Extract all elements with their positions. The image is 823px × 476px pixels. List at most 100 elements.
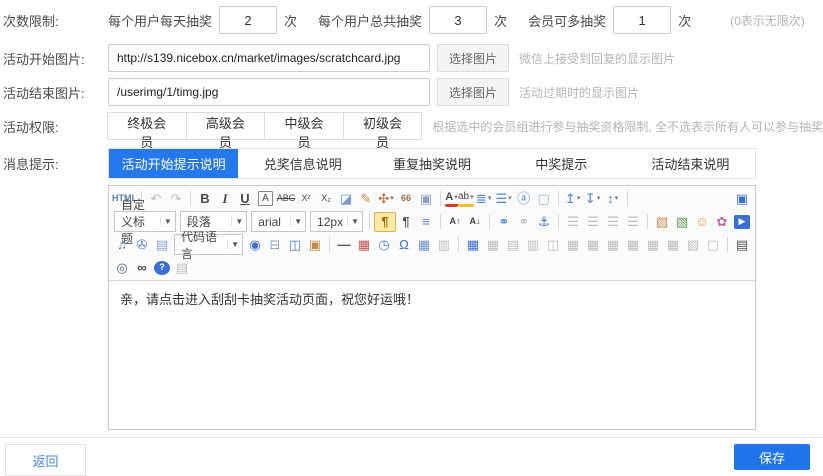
save-button[interactable]: 保存 bbox=[734, 444, 810, 470]
link-icon[interactable]: ⚭ bbox=[494, 213, 514, 231]
entry-rtl-icon[interactable]: ¶ bbox=[396, 213, 416, 231]
remove-format-icon[interactable]: ◪ bbox=[336, 190, 356, 208]
merge-right-icon[interactable]: ▦ bbox=[563, 236, 583, 254]
start-image-pick-button[interactable]: 选择图片 bbox=[437, 44, 509, 72]
para-space-bottom-icon[interactable]: ↧▾ bbox=[583, 190, 603, 208]
custom-title-select[interactable]: 自定义标题▼ bbox=[114, 211, 176, 232]
limit-count-input[interactable] bbox=[429, 6, 487, 34]
message-tab[interactable]: 活动开始提示说明 bbox=[109, 149, 238, 178]
emotion-icon[interactable]: ☺ bbox=[692, 213, 712, 231]
split-cols-icon[interactable]: ▦ bbox=[663, 236, 683, 254]
limit-count-input[interactable] bbox=[219, 6, 277, 34]
special-char-icon[interactable]: Ω bbox=[394, 236, 414, 254]
undo-icon[interactable]: ↶ bbox=[146, 190, 166, 208]
scrawl-icon[interactable]: ✿ bbox=[712, 213, 732, 231]
font-color-icon[interactable]: A▾ bbox=[445, 191, 458, 207]
align-left-icon[interactable]: ☰ bbox=[563, 213, 583, 231]
fullscreen-icon[interactable]: ▣ bbox=[732, 190, 752, 208]
delete-table-icon[interactable]: ▦ bbox=[483, 236, 503, 254]
unlink-icon[interactable]: ⚭ bbox=[514, 213, 534, 231]
merge-down-icon[interactable]: ▦ bbox=[583, 236, 603, 254]
member-level-button[interactable]: 初级会员 bbox=[343, 112, 423, 140]
upload-image-icon[interactable]: ▧ bbox=[672, 213, 692, 231]
end-image-pick-button[interactable]: 选择图片 bbox=[437, 78, 509, 106]
insert-video-icon[interactable]: ▶ bbox=[734, 215, 750, 229]
member-level-button[interactable]: 高级会员 bbox=[186, 112, 266, 140]
paste-icon[interactable]: ▤ bbox=[172, 259, 192, 277]
insert-code-icon[interactable]: ◉ bbox=[245, 236, 265, 254]
split-cells-icon[interactable]: ▦ bbox=[623, 236, 643, 254]
blank-doc-icon[interactable]: ▢ bbox=[534, 190, 554, 208]
editor-content[interactable]: 亲，请点击进入刮刮卡抽奖活动页面，祝您好运哦！ bbox=[109, 281, 755, 429]
split-rows-icon[interactable]: ▦ bbox=[643, 236, 663, 254]
message-tab[interactable]: 重复抽奖说明 bbox=[367, 149, 496, 178]
italic-icon[interactable]: I bbox=[215, 190, 235, 208]
limit-count-input[interactable] bbox=[613, 6, 671, 34]
superscript-icon[interactable]: X² bbox=[296, 190, 316, 208]
para-space-top-icon[interactable]: ↥▾ bbox=[563, 190, 583, 208]
redo-icon[interactable]: ↷ bbox=[166, 190, 186, 208]
unordered-list-icon[interactable]: ☰▾ bbox=[494, 190, 514, 208]
insert-table-icon[interactable]: ▦ bbox=[463, 236, 483, 254]
new-doc-icon[interactable]: ▢ bbox=[703, 236, 723, 254]
subscript-icon[interactable]: X₂ bbox=[316, 190, 336, 208]
blockquote-icon[interactable]: 66 bbox=[396, 190, 416, 208]
insert-row-icon[interactable]: ▥ bbox=[523, 236, 543, 254]
member-level-button[interactable]: 终极会员 bbox=[107, 112, 187, 140]
font-size-select[interactable]: 12px▼ bbox=[310, 211, 363, 232]
end-image-input[interactable] bbox=[108, 78, 430, 106]
limit-field-suffix: 次 bbox=[678, 11, 691, 30]
start-image-hint: 微信上接受到回复的显示图片 bbox=[519, 50, 675, 67]
message-tab[interactable]: 活动结束说明 bbox=[626, 149, 755, 178]
snapshot-icon[interactable]: ▣ bbox=[305, 236, 325, 254]
preview-icon[interactable]: ◎ bbox=[112, 259, 132, 277]
insert-frame-icon[interactable]: ◫ bbox=[285, 236, 305, 254]
merge-cells-icon[interactable]: ▦ bbox=[603, 236, 623, 254]
attachment-icon[interactable]: ✇ bbox=[132, 236, 152, 254]
insert-music-icon[interactable]: ♫ bbox=[112, 236, 132, 254]
border-text-icon[interactable]: A bbox=[258, 191, 273, 206]
entry-ltr-icon[interactable]: ¶ bbox=[374, 212, 396, 232]
underline-icon[interactable]: U bbox=[235, 190, 255, 208]
to-uppercase-icon[interactable]: A↑ bbox=[445, 213, 465, 231]
message-tab[interactable]: 兑奖信息说明 bbox=[238, 149, 367, 178]
insert-col-icon[interactable]: ◫ bbox=[543, 236, 563, 254]
toolbar-separator bbox=[558, 191, 559, 206]
align-center-icon[interactable]: ☰ bbox=[583, 213, 603, 231]
insert-date-icon[interactable]: ▦ bbox=[354, 236, 374, 254]
align-justify-icon[interactable]: ☰ bbox=[623, 213, 643, 231]
insert-time-icon[interactable]: ◷ bbox=[374, 236, 394, 254]
insert-map-icon[interactable]: ▤ bbox=[152, 236, 172, 254]
insert-image-icon[interactable]: ▧ bbox=[652, 213, 672, 231]
table-edit-icon[interactable]: ▦ bbox=[414, 236, 434, 254]
doc-template-icon[interactable]: ▥ bbox=[434, 236, 454, 254]
table-caption-icon[interactable]: ▤ bbox=[503, 236, 523, 254]
horizontal-rule-icon[interactable]: — bbox=[334, 236, 354, 254]
page-break-icon[interactable]: ⊟ bbox=[265, 236, 285, 254]
message-tab[interactable]: 中奖提示 bbox=[497, 149, 626, 178]
paste-plain-icon[interactable]: ▣ bbox=[416, 190, 436, 208]
help-icon[interactable]: ? bbox=[154, 261, 170, 275]
auto-typeset-icon[interactable]: ✣▾ bbox=[376, 190, 396, 208]
strikethrough-icon[interactable]: ABC bbox=[276, 190, 296, 208]
search-replace-icon[interactable]: ∞ bbox=[132, 259, 152, 277]
limit-field-suffix: 次 bbox=[494, 11, 507, 30]
member-level-button[interactable]: 中级会员 bbox=[264, 112, 344, 140]
table-bg-icon[interactable]: ▨ bbox=[683, 236, 703, 254]
line-height-icon[interactable]: ↕▾ bbox=[603, 190, 623, 208]
back-button[interactable]: 返回 bbox=[5, 444, 86, 476]
anchor-a-icon[interactable]: ⓐ bbox=[514, 190, 534, 208]
code-language-select[interactable]: 代码语言▼ bbox=[174, 234, 243, 255]
bold-icon[interactable]: B bbox=[195, 190, 215, 208]
format-painter-icon[interactable]: ✎ bbox=[356, 190, 376, 208]
anchor-icon[interactable]: ⚓ bbox=[534, 213, 554, 231]
align-right-icon[interactable]: ☰ bbox=[603, 213, 623, 231]
indent-icon[interactable]: ≡ bbox=[416, 213, 436, 231]
start-image-input[interactable] bbox=[108, 44, 430, 72]
highlight-color-icon[interactable]: ab▾ bbox=[458, 191, 474, 207]
font-family-select[interactable]: arial▼ bbox=[251, 211, 306, 232]
to-lowercase-icon[interactable]: A↓ bbox=[465, 213, 485, 231]
ordered-list-icon[interactable]: ≣▾ bbox=[474, 190, 494, 208]
toolbar-separator bbox=[489, 214, 490, 229]
print-icon[interactable]: ▤ bbox=[732, 236, 752, 254]
